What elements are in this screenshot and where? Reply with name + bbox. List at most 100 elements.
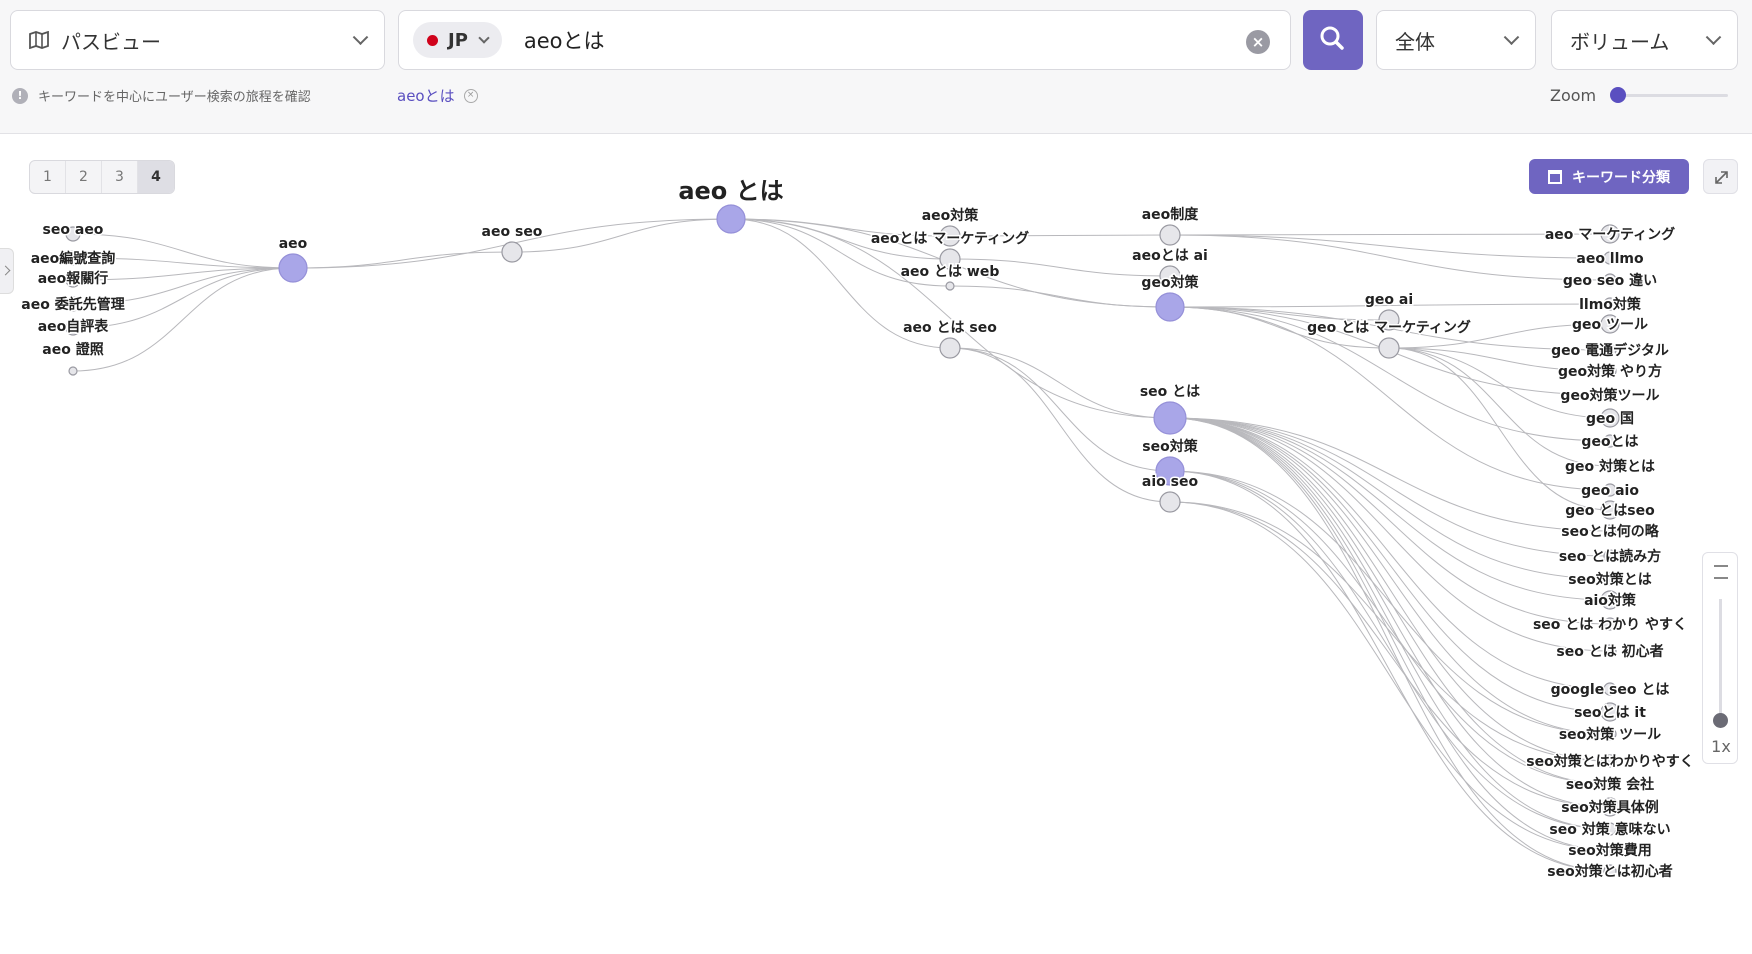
fullscreen-button[interactable]	[1703, 159, 1738, 194]
nodes: seo aeo aeo編號查詢 aeo報關行 aeo 委託先管理 aeo自評表 aeo 證…	[20, 176, 1695, 882]
graph-node[interactable]	[1153, 401, 1187, 435]
graph-edge	[949, 347, 1171, 472]
graph-edge	[1169, 470, 1611, 872]
graph-node[interactable]	[1159, 224, 1181, 246]
graph-edge	[1169, 470, 1611, 735]
graph-node-label: geo とは マーケティング	[1307, 319, 1471, 336]
graph-node-label: aeo マーケティング	[1545, 226, 1675, 243]
graph-node[interactable]	[945, 281, 955, 291]
graph-edge	[1169, 417, 1611, 762]
clear-icon[interactable]: ×	[1246, 30, 1270, 54]
graph-node-label: seo対策とは	[1568, 571, 1651, 588]
fit-icon[interactable]	[1714, 565, 1728, 579]
level-3-button[interactable]: 3	[102, 161, 138, 193]
graph-node[interactable]	[1378, 337, 1400, 359]
close-icon[interactable]: ×	[463, 88, 478, 103]
graph-node-label: aio対策	[1584, 592, 1637, 609]
graph-edge	[1169, 417, 1611, 557]
graph-node-label: aeo 委託先管理	[21, 296, 124, 313]
graph-node-label: seo対策とはわかりやすく	[1526, 753, 1693, 770]
graph-node[interactable]	[1159, 491, 1181, 513]
graph-edge	[1169, 417, 1611, 735]
graph-node[interactable]	[501, 241, 523, 263]
graph-node-label: seo とは 初心者	[1556, 643, 1663, 660]
graph-node-label: geoとは	[1581, 434, 1638, 450]
graph-node[interactable]	[939, 337, 961, 359]
level-1-button[interactable]: 1	[30, 161, 66, 193]
level-2-button[interactable]: 2	[66, 161, 102, 193]
graph-node-label: aeoとは ai	[1132, 248, 1208, 264]
graph-node[interactable]	[278, 253, 308, 283]
graph-edge	[292, 251, 513, 269]
graph-node-label: geo aio	[1581, 483, 1639, 499]
graph-edge	[1169, 417, 1611, 690]
graph-node-label: seo対策	[1142, 438, 1198, 455]
graph-node-label: aeo制度	[1142, 206, 1200, 223]
search-icon	[1320, 26, 1344, 50]
graph-node-label: geo対策 やり方	[1558, 363, 1662, 380]
graph-node-label: aeo	[279, 236, 308, 252]
scope-select-label: 全体	[1395, 29, 1435, 54]
graph-edge	[1169, 417, 1611, 601]
graph-node-label: google seo とは	[1551, 682, 1670, 698]
graph-node-label: aeo seo	[482, 224, 543, 240]
chevron-down-icon	[1503, 29, 1520, 46]
info-icon: !	[12, 87, 28, 104]
graph-node-label: aio seo	[1142, 474, 1199, 490]
graph-node-label: seo とは わかり やすく	[1533, 617, 1687, 633]
keyword-chip[interactable]: aeoとは ×	[397, 85, 478, 106]
graph-node-label: aeoとは マーケティング	[871, 230, 1029, 247]
zoom-slider-handle[interactable]	[1610, 87, 1626, 103]
search-input[interactable]	[523, 28, 1204, 52]
graph-node-label: seoとは it	[1574, 705, 1646, 721]
chevron-down-icon	[1705, 29, 1722, 46]
graph-node-label: seo対策 ツール	[1559, 726, 1661, 743]
vertical-zoom-handle[interactable]	[1713, 713, 1728, 728]
graph-node[interactable]	[68, 366, 78, 376]
graph-node-label: seo対策費用	[1568, 842, 1651, 859]
graph-node-label: seo 対策 意味ない	[1549, 821, 1670, 838]
path-graph: seo aeo aeo編號查詢 aeo報關行 aeo 委託先管理 aeo自評表 aeo 證…	[20, 176, 1695, 882]
view-select-label: パスビュー	[61, 29, 161, 54]
graph-edge	[949, 347, 1171, 503]
graph-node-label: seo とは	[1140, 384, 1200, 400]
graph-node-label: geo とはseo	[1565, 503, 1655, 519]
top-toolbar: パスビュー JP × 全体 ボリューム ! キーワードを中心にユーザー検索の旅程…	[0, 0, 1752, 134]
graph-node-label: geo seo 違い	[1563, 272, 1657, 289]
keyword-classify-label: キーワード分類	[1572, 169, 1670, 186]
level-4-button[interactable]: 4	[138, 161, 174, 193]
graph-node-label: seo aeo	[43, 222, 104, 238]
graph-node-label: geo 国	[1586, 411, 1634, 427]
graph-node[interactable]	[1155, 292, 1185, 322]
vertical-zoom: 1x	[1702, 552, 1738, 764]
graph-node-label: seo対策とは初心者	[1547, 863, 1672, 880]
graph-edge	[1169, 470, 1611, 830]
chevron-down-icon	[352, 29, 369, 46]
zoom-slider[interactable]	[1618, 94, 1728, 97]
map-icon	[29, 31, 49, 49]
search-button[interactable]	[1303, 10, 1363, 70]
graph-node[interactable]	[716, 204, 746, 234]
graph-node-label: geo 対策とは	[1565, 458, 1655, 475]
graph-edge	[949, 347, 1171, 419]
graph-node-label: aeo llmo	[1576, 251, 1644, 267]
hint-text: ! キーワードを中心にユーザー検索の旅程を確認	[12, 86, 311, 105]
scope-select[interactable]: 全体	[1376, 10, 1536, 70]
keyword-classify-button[interactable]: キーワード分類	[1529, 159, 1689, 194]
graph-node-label: geo 電通デジタル	[1551, 342, 1669, 359]
graph-node-label: aeo とは seo	[903, 320, 997, 336]
graph-node-label: seo とは読み方	[1559, 548, 1661, 565]
country-select[interactable]: JP	[413, 22, 502, 58]
sort-select[interactable]: ボリューム	[1551, 10, 1738, 70]
japan-flag-icon	[427, 34, 438, 46]
graph-edge	[1169, 417, 1611, 872]
hint-label: キーワードを中心にユーザー検索の旅程を確認	[38, 90, 311, 105]
vertical-zoom-track[interactable]	[1719, 599, 1722, 715]
view-select[interactable]: パスビュー	[10, 10, 385, 70]
graph-node-label: seo対策具体例	[1561, 799, 1658, 816]
sidebar-toggle[interactable]	[0, 248, 14, 294]
graph-node-label: seo対策 会社	[1566, 776, 1654, 793]
graph-node-label: aeo編號查詢	[31, 250, 116, 267]
graph-node-label: aeo自評表	[38, 318, 110, 335]
graph-node-label: aeo 證照	[42, 341, 103, 358]
